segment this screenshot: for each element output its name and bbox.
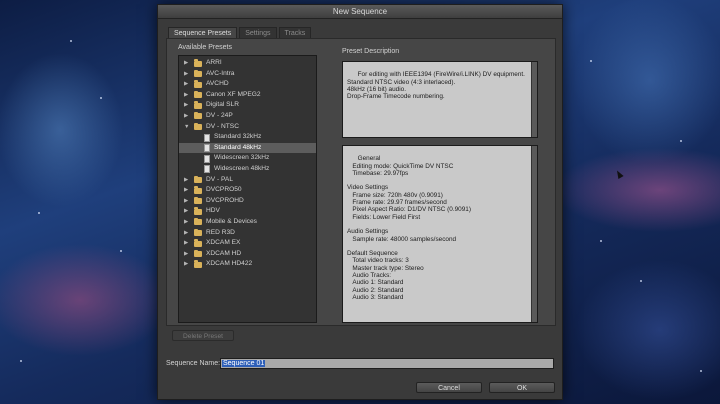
expand-arrow-icon[interactable]: ▶ <box>184 90 188 101</box>
sequence-name-input[interactable]: Sequence 01 <box>220 358 554 369</box>
tree-item-dv-24p[interactable]: ▶ DV - 24P <box>179 111 316 122</box>
folder-icon <box>194 228 202 236</box>
tab-settings[interactable]: Settings <box>239 27 277 38</box>
tab-bar: Sequence Presets Settings Tracks <box>168 27 312 38</box>
tab-tracks[interactable]: Tracks <box>278 27 312 38</box>
folder-icon <box>194 90 202 99</box>
expand-arrow-icon[interactable]: ▶ <box>184 196 188 207</box>
tree-item-digital-slr[interactable]: ▶ Digital SLR <box>179 100 316 111</box>
folder-icon <box>194 59 202 67</box>
tree-item-avc-intra[interactable]: ▶ AVC-Intra <box>179 69 316 80</box>
presets-tree[interactable]: ▶ ARRI ▶ AVC-Intra ▶ AVCHD ▶ Canon XF MP… <box>178 55 317 323</box>
expand-arrow-icon[interactable]: ▶ <box>184 111 188 122</box>
folder-icon <box>194 175 202 184</box>
expand-arrow-icon[interactable]: ▶ <box>184 228 188 239</box>
expand-arrow-icon[interactable]: ▶ <box>184 238 188 249</box>
tree-item-xdcam-ex[interactable]: ▶ XDCAM EX <box>179 238 316 249</box>
tree-item-standard-32khz[interactable]: Standard 32kHz <box>179 132 316 143</box>
tree-item-avchd[interactable]: ▶ AVCHD <box>179 79 316 90</box>
cancel-button[interactable]: Cancel <box>416 382 482 393</box>
folder-icon <box>194 111 202 120</box>
tree-item-xdcam-hd422[interactable]: ▶ XDCAM HD422 <box>179 259 316 270</box>
tree-item-arri[interactable]: ▶ ARRI <box>179 58 316 69</box>
new-sequence-dialog: New Sequence Sequence Presets Settings T… <box>157 4 563 400</box>
tree-item-hdv[interactable]: ▶ HDV <box>179 206 316 217</box>
expand-arrow-icon[interactable]: ▶ <box>184 249 188 260</box>
expand-arrow-icon[interactable]: ▶ <box>184 79 188 90</box>
tree-item-standard-48khz[interactable]: Standard 48kHz <box>179 142 316 154</box>
folder-icon <box>194 217 202 226</box>
tab-sequence-presets[interactable]: Sequence Presets <box>168 27 238 38</box>
tree-item-canon-xf-mpeg2[interactable]: ▶ Canon XF MPEG2 <box>179 90 316 101</box>
preset-file-icon <box>204 133 210 142</box>
tree-item-xdcam-hd[interactable]: ▶ XDCAM HD <box>179 249 316 260</box>
preset-description-text: For editing with IEEE1394 (FireWire/i.LI… <box>342 61 538 138</box>
tree-item-dv-ntsc[interactable]: ▼ DV - NTSC <box>179 122 316 133</box>
expand-arrow-icon[interactable]: ▶ <box>184 58 188 69</box>
description-scrollbar[interactable] <box>531 62 537 137</box>
folder-icon <box>194 196 202 205</box>
description-text: For editing with IEEE1394 (FireWire/i.LI… <box>347 71 525 101</box>
tree-item-dvcprohd[interactable]: ▶ DVCPROHD <box>179 196 316 207</box>
folder-icon <box>194 186 202 194</box>
tree-item-widescreen-32khz[interactable]: Widescreen 32kHz <box>179 153 316 164</box>
preset-description-heading: Preset Description <box>342 48 400 55</box>
folder-icon <box>194 80 202 88</box>
expand-arrow-icon[interactable]: ▶ <box>184 175 188 186</box>
general-info-text: General Editing mode: QuickTime DV NTSC … <box>347 155 471 301</box>
mouse-cursor <box>614 169 624 179</box>
sequence-presets-panel: Available Presets ▶ ARRI ▶ AVC-Intra ▶ A… <box>166 38 556 326</box>
expand-arrow-icon[interactable]: ▶ <box>184 206 188 217</box>
tree-item-dv-pal[interactable]: ▶ DV - PAL <box>179 175 316 186</box>
folder-icon <box>194 239 202 247</box>
preset-file-icon <box>204 144 210 153</box>
ok-button[interactable]: OK <box>489 382 555 393</box>
tree-item-mobile-devices[interactable]: ▶ Mobile & Devices <box>179 217 316 228</box>
preset-general-info: General Editing mode: QuickTime DV NTSC … <box>342 145 538 323</box>
folder-icon <box>194 69 202 78</box>
folder-icon <box>194 207 202 215</box>
collapse-arrow-icon[interactable]: ▼ <box>184 122 189 133</box>
expand-arrow-icon[interactable]: ▶ <box>184 100 188 111</box>
sequence-name-label: Sequence Name: <box>166 360 221 367</box>
folder-icon <box>194 101 202 109</box>
expand-arrow-icon[interactable]: ▶ <box>184 217 188 228</box>
tree-item-red-r3d[interactable]: ▶ RED R3D <box>179 228 316 239</box>
general-info-scrollbar[interactable] <box>531 146 537 322</box>
tree-item-dvcpro50[interactable]: ▶ DVCPRO50 <box>179 185 316 196</box>
folder-icon <box>194 260 202 268</box>
folder-icon <box>194 122 202 131</box>
expand-arrow-icon[interactable]: ▶ <box>184 185 188 196</box>
preset-file-icon <box>204 154 210 163</box>
tree-item-widescreen-48khz[interactable]: Widescreen 48kHz <box>179 164 316 175</box>
folder-icon <box>194 249 202 258</box>
expand-arrow-icon[interactable]: ▶ <box>184 69 188 80</box>
preset-file-icon <box>204 165 210 174</box>
expand-arrow-icon[interactable]: ▶ <box>184 259 188 270</box>
window-title: New Sequence <box>158 5 562 19</box>
sequence-name-value: Sequence 01 <box>222 360 266 367</box>
delete-preset-button[interactable]: Delete Preset <box>172 330 234 341</box>
available-presets-heading: Available Presets <box>178 44 232 51</box>
